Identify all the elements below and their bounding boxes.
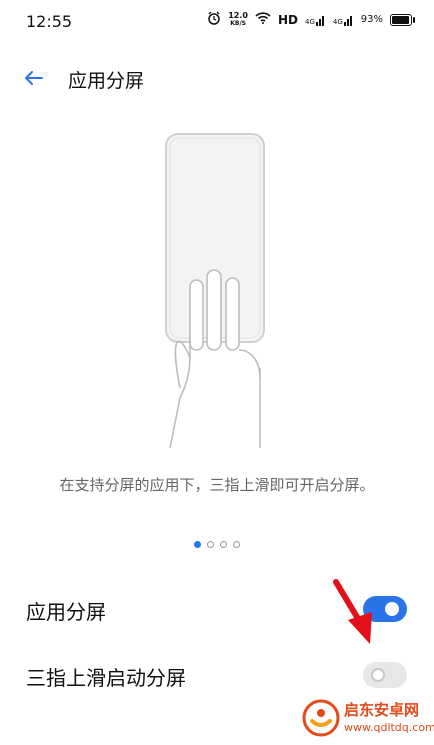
page-indicator — [0, 541, 434, 548]
split-screen-illustration — [140, 128, 290, 449]
signal-2-label: 4G — [332, 17, 343, 26]
signal-bars-icon — [315, 15, 324, 26]
page-dot[interactable] — [207, 541, 214, 548]
signal-1-label: 4G — [304, 17, 315, 26]
net-speed-value: 12.0 — [228, 10, 248, 20]
toggle-knob — [371, 668, 385, 682]
three-finger-toggle[interactable] — [363, 662, 407, 688]
signal-1: 4G — [305, 14, 326, 26]
back-arrow-icon[interactable] — [20, 64, 48, 92]
watermark-name: 启东安卓网 — [344, 701, 420, 719]
battery-fill — [392, 15, 409, 24]
setting-row-three-finger[interactable]: 三指上滑启动分屏 — [0, 648, 434, 704]
page-dot[interactable] — [220, 541, 227, 548]
wifi-icon — [255, 12, 271, 27]
page-dot[interactable] — [233, 541, 240, 548]
annotation-arrow-icon — [333, 579, 372, 644]
page-dot[interactable] — [194, 541, 201, 548]
status-bar: 12:55 12.0 KB/S HD 4G 4G 93% — [0, 0, 434, 44]
net-speed: 12.0 KB/S — [228, 10, 248, 28]
page-title: 应用分屏 — [68, 70, 145, 92]
setting-label: 应用分屏 — [26, 600, 106, 624]
hint-text: 在支持分屏的应用下，三指上滑即可开启分屏。 — [59, 476, 375, 494]
setting-label: 三指上滑启动分屏 — [26, 666, 186, 690]
toggle-knob — [385, 602, 399, 616]
signal-bars-icon — [343, 15, 352, 26]
watermark-logo-icon — [302, 699, 340, 737]
status-icons: 12.0 KB/S HD 4G 4G 93% — [207, 10, 415, 28]
alarm-icon — [207, 11, 221, 28]
status-time: 12:55 — [26, 12, 73, 31]
battery-percent: 93% — [360, 14, 383, 25]
watermark-url: www.qdltdq.com — [344, 721, 434, 734]
watermark: 启东安卓网 www.qdltdq.com — [302, 697, 434, 741]
net-speed-unit: KB/S — [230, 19, 246, 27]
hd-label: HD — [277, 12, 298, 27]
signal-2: 4G — [333, 14, 354, 26]
battery-icon — [390, 13, 415, 26]
header: 应用分屏 — [0, 56, 434, 100]
